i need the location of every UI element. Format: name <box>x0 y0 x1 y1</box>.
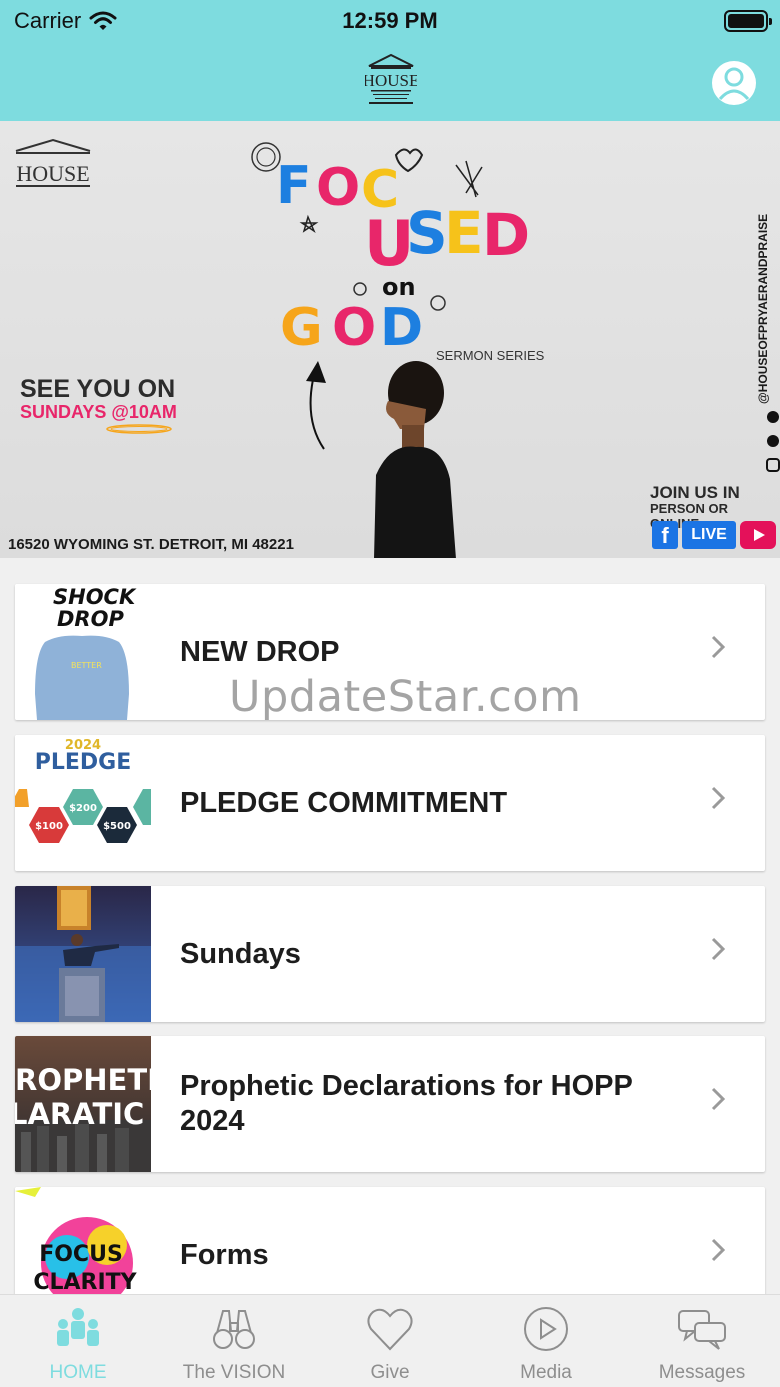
church-address: 16520 WYOMING ST. DETROIT, MI 48221 <box>8 536 294 553</box>
prophetic-thumbnail: ROPHETI LARATIC <box>15 1036 151 1172</box>
social-icons-vertical <box>766 411 780 472</box>
chevron-right-icon <box>711 1238 726 1262</box>
watermark-text: UpdateStar.com <box>229 672 582 722</box>
profile-button[interactable] <box>712 61 756 105</box>
svg-text:$100: $100 <box>35 821 63 832</box>
facebook-icon: f <box>652 521 678 549</box>
status-bar: Carrier 12:59 PM <box>0 6 780 36</box>
svg-text:O: O <box>332 298 376 355</box>
svg-text:PLEDGE: PLEDGE <box>35 750 132 775</box>
woman-figure <box>374 361 456 558</box>
clock: 12:59 PM <box>342 8 438 33</box>
chevron-right-icon <box>711 635 726 659</box>
list-item-title: Prophetic Declarations for HOPP 2024 <box>180 1070 633 1137</box>
join-us-text: JOIN US IN <box>650 483 740 502</box>
shock-drop-text: SHOCK <box>53 585 137 609</box>
chevron-right-icon <box>711 1087 726 1111</box>
top-header: Carrier 12:59 PM HOUSE <box>0 0 780 121</box>
list-item-pledge-commitment[interactable]: 2024 PLEDGE $200 $100 $500 PLEDGE COMMIT… <box>15 735 765 871</box>
tab-vision[interactable]: The VISION <box>156 1295 312 1387</box>
youtube-icon <box>740 521 776 549</box>
svg-text:S: S <box>406 199 448 267</box>
house-logo[interactable]: HOUSE <box>365 52 417 106</box>
new-drop-thumbnail: SHOCK DROP BETTER <box>15 584 151 720</box>
chevron-right-icon <box>711 937 726 961</box>
svg-text:BETTER: BETTER <box>71 661 102 670</box>
chat-icon <box>678 1310 726 1350</box>
svg-text:G: G <box>280 298 323 355</box>
see-you-on-text: SEE YOU ON <box>20 375 176 403</box>
live-links: f LIVE <box>652 521 776 549</box>
list-item-prophetic-declarations[interactable]: ROPHETI LARATIC Prophetic Declarations f… <box>15 1036 765 1172</box>
tab-give[interactable]: Give <box>312 1295 468 1387</box>
list-item-sundays[interactable]: Sundays <box>15 886 765 1022</box>
battery-icon <box>724 10 772 32</box>
tab-label: Messages <box>658 1362 746 1383</box>
banner-logo: HOUSE <box>12 137 94 197</box>
svg-text:ROPHETI: ROPHETI <box>15 1063 151 1097</box>
tab-label: The VISION <box>182 1362 286 1383</box>
sundays-time-text: SUNDAYS @10AM <box>20 402 177 422</box>
heart-icon <box>367 1308 413 1351</box>
svg-text:DROP: DROP <box>57 607 124 631</box>
series-artwork: F O C U S E D on G O D <box>251 142 530 355</box>
bottom-tab-bar: HOME The VISION Give Media Messages <box>0 1294 780 1387</box>
people-icon <box>57 1308 99 1346</box>
social-handle-text: @HOUSEOFPRYAERANDPRAISE <box>756 213 770 404</box>
svg-text:on: on <box>382 273 416 301</box>
svg-text:$200: $200 <box>69 803 97 814</box>
pledge-thumbnail: 2024 PLEDGE $200 $100 $500 <box>15 735 151 871</box>
play-icon <box>524 1307 568 1351</box>
social-handle: @HOUSEOFPRYAERANDPRAISE <box>754 164 776 404</box>
scribble-underline <box>106 424 172 434</box>
svg-text:$500: $500 <box>103 821 131 832</box>
svg-text:FOCUS: FOCUS <box>39 1242 123 1267</box>
tab-home[interactable]: HOME <box>0 1295 156 1387</box>
arrow-doodle <box>306 361 326 450</box>
svg-text:CLARITY: CLARITY <box>33 1270 137 1295</box>
tab-label: Media <box>520 1362 572 1383</box>
live-badge: LIVE <box>682 521 736 549</box>
sundays-thumbnail <box>15 886 151 1022</box>
binoculars-icon <box>213 1310 255 1349</box>
svg-text:F: F <box>276 156 312 216</box>
svg-text:E: E <box>444 199 484 267</box>
user-icon <box>713 62 755 104</box>
tab-messages[interactable]: Messages <box>624 1295 780 1387</box>
chevron-right-icon <box>711 786 726 810</box>
svg-text:D: D <box>380 298 423 355</box>
list-item-title: PLEDGE COMMITMENT <box>180 786 508 819</box>
list-item-title: Sundays <box>180 937 301 970</box>
tab-label: HOME <box>49 1362 107 1383</box>
banner-logo-text: HOUSE <box>16 161 90 186</box>
svg-text:HOUSE: HOUSE <box>365 71 417 90</box>
svg-text:D: D <box>482 201 530 269</box>
tab-media[interactable]: Media <box>468 1295 624 1387</box>
svg-text:O: O <box>316 158 360 218</box>
tab-label: Give <box>370 1362 410 1383</box>
svg-text:LARATIC: LARATIC <box>15 1097 144 1131</box>
hero-banner[interactable]: HOUSE F O C U S E D on G O D SERMON SERI… <box>0 121 780 558</box>
